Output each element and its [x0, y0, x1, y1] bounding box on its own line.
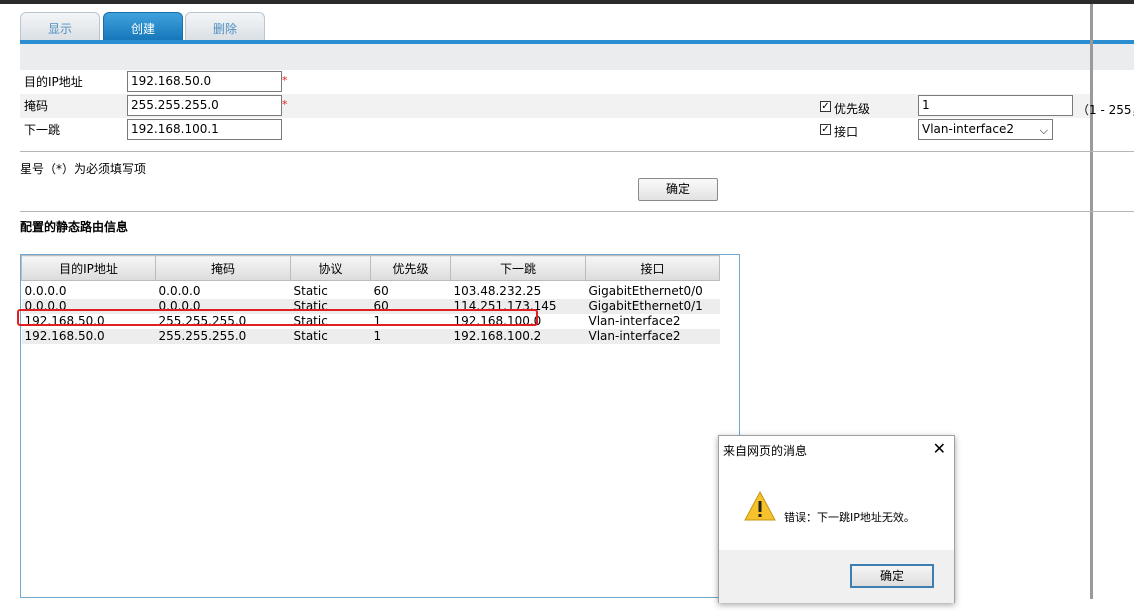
- mask-required-mark: *: [282, 98, 288, 111]
- col-header-dest-ip[interactable]: 目的IP地址: [21, 255, 156, 281]
- interface-checkbox[interactable]: ✓: [820, 124, 831, 135]
- cell-interface: Vlan-interface2: [585, 329, 720, 344]
- col-header-interface[interactable]: 接口: [585, 255, 720, 281]
- chevron-down-icon: ⌵: [1039, 124, 1048, 137]
- dialog-message: 错误：下一跳IP地址无效。: [784, 511, 915, 524]
- window-top-border: [0, 0, 1134, 4]
- cell-priority: 1: [370, 329, 451, 344]
- cell-mask: 0.0.0.0: [158, 284, 201, 298]
- dest-ip-input[interactable]: 192.168.50.0: [127, 71, 282, 92]
- next-hop-label: 下一跳: [24, 123, 61, 137]
- tab-create[interactable]: 创建: [103, 12, 183, 41]
- cell-dest-ip: 0.0.0.0: [24, 284, 67, 298]
- tab-display[interactable]: 显示: [20, 12, 100, 41]
- close-icon[interactable]: ✕: [933, 439, 946, 458]
- form-divider: [20, 151, 1134, 152]
- tab-delete[interactable]: 删除: [185, 12, 265, 41]
- cell-dest-ip: 192.168.50.0: [21, 329, 156, 344]
- dest-ip-label: 目的IP地址: [24, 75, 83, 89]
- interface-select[interactable]: Vlan-interface2 ⌵: [918, 119, 1053, 140]
- priority-label: 优先级: [834, 102, 871, 116]
- interface-select-value: Vlan-interface2: [922, 122, 1014, 136]
- highlighted-row-annotation: [17, 309, 538, 326]
- col-header-next-hop[interactable]: 下一跳: [450, 255, 586, 281]
- dest-ip-required-mark: *: [282, 74, 288, 87]
- cell-interface: GigabitEthernet0/1: [585, 299, 720, 314]
- form-row-dest-ip: 目的IP地址 192.168.50.0 *: [20, 70, 1090, 94]
- col-header-priority[interactable]: 优先级: [370, 255, 451, 281]
- priority-range-hint: （1 - 255，: [1077, 103, 1134, 117]
- cell-interface: GigabitEthernet0/0: [588, 284, 703, 298]
- alert-dialog: 来自网页的消息 ✕ 错误：下一跳IP地址无效。 确定: [718, 435, 955, 603]
- right-scroll-edge: [1090, 4, 1093, 599]
- cell-next-hop: 103.48.232.25: [453, 284, 542, 298]
- table-row[interactable]: 0.0.0.0 0.0.0.0 Static 60 103.48.232.25 …: [22, 284, 720, 299]
- col-header-protocol[interactable]: 协议: [290, 255, 371, 281]
- cell-next-hop: 192.168.100.2: [450, 329, 586, 344]
- cell-interface: Vlan-interface2: [588, 314, 681, 328]
- warning-icon: [743, 490, 777, 525]
- cell-protocol: Static: [293, 284, 328, 298]
- form-header-bar: [20, 44, 1134, 70]
- routes-table: 目的IP地址 掩码 协议 优先级 下一跳 接口 0.0.0.0 0.0.0.0 …: [21, 255, 720, 344]
- next-hop-input[interactable]: 192.168.100.1: [127, 119, 282, 140]
- routes-table-frame: 目的IP地址 掩码 协议 优先级 下一跳 接口 0.0.0.0 0.0.0.0 …: [20, 254, 740, 598]
- cell-priority: 60: [373, 284, 389, 298]
- section-title: 配置的静态路由信息: [20, 220, 129, 234]
- priority-input[interactable]: 1: [918, 95, 1073, 116]
- table-row[interactable]: 192.168.50.0 255.255.255.0 Static 1 192.…: [21, 329, 720, 344]
- form-row-mask: 掩码 255.255.255.0 * ✓ 优先级 1 （1 - 255，: [20, 94, 1134, 118]
- dialog-title: 来自网页的消息: [723, 444, 808, 458]
- dialog-footer: 确定: [719, 550, 954, 603]
- mask-label: 掩码: [24, 99, 49, 113]
- priority-checkbox[interactable]: ✓: [820, 101, 831, 112]
- form-row-next-hop: 下一跳 192.168.100.1 ✓ 接口 Vlan-interface2 ⌵: [20, 118, 1090, 142]
- required-note: 星号（*）为必须填写项: [20, 162, 147, 176]
- cell-mask: 255.255.255.0: [155, 329, 291, 344]
- submit-button[interactable]: 确定: [638, 178, 718, 201]
- interface-label: 接口: [834, 125, 859, 139]
- col-header-mask[interactable]: 掩码: [155, 255, 291, 281]
- table-header-row: 目的IP地址 掩码 协议 优先级 下一跳 接口: [21, 255, 720, 281]
- mask-input[interactable]: 255.255.255.0: [127, 95, 282, 116]
- cell-protocol: Static: [290, 329, 371, 344]
- section-divider: [20, 211, 1134, 212]
- dialog-ok-button[interactable]: 确定: [850, 564, 934, 588]
